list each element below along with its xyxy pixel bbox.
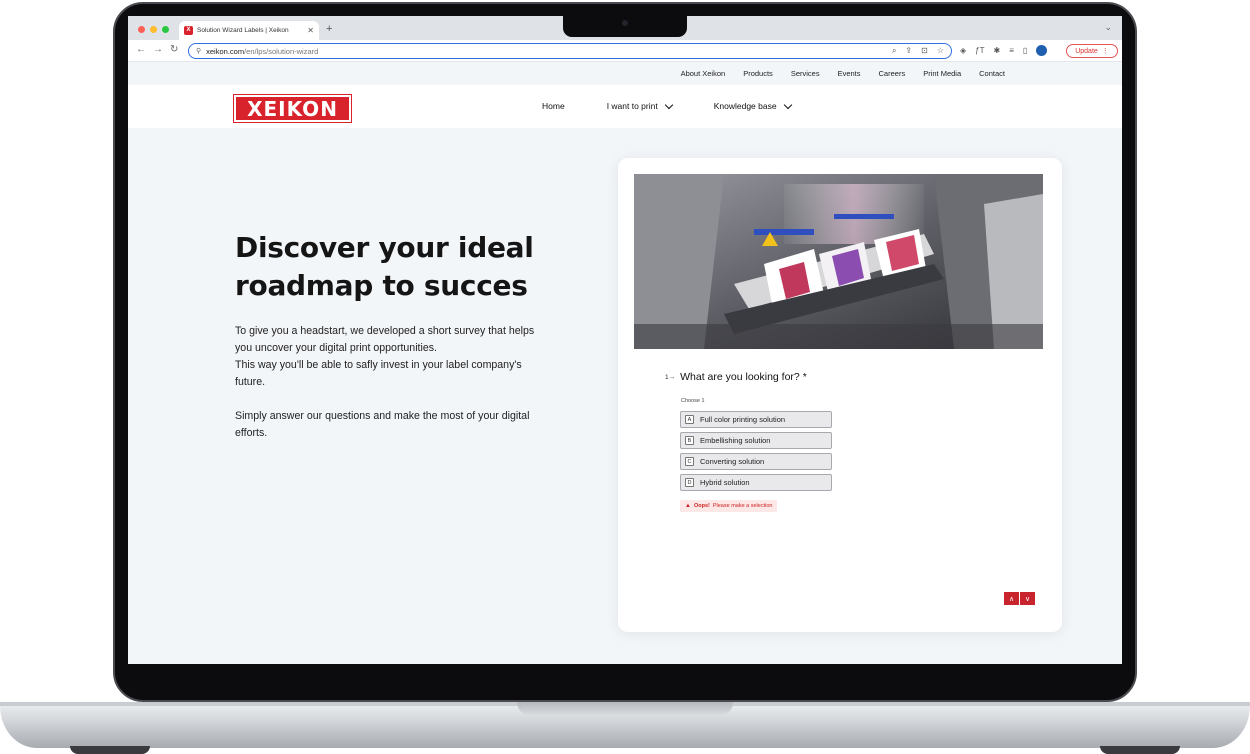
option-label: Hybrid solution bbox=[700, 478, 750, 487]
site-header: XEIKON Home I want to print Knowledge ba… bbox=[128, 85, 1122, 128]
back-arrow-icon[interactable]: ← bbox=[136, 44, 146, 55]
screen: X Solution Wizard Labels | Xeikon ✕ + ⌄ … bbox=[128, 16, 1122, 664]
utility-link-careers[interactable]: Careers bbox=[879, 69, 906, 78]
extension-icon[interactable]: ◈ bbox=[960, 46, 966, 55]
nav-knowledge-base[interactable]: Knowledge base bbox=[713, 100, 792, 111]
question-number: 1→ bbox=[665, 373, 676, 381]
tab-title: Solution Wizard Labels | Xeikon bbox=[197, 27, 289, 34]
validation-error: ▲ Oops! Please make a selection bbox=[680, 500, 778, 512]
install-icon[interactable]: ⊡ bbox=[921, 46, 928, 56]
browser-tab[interactable]: X Solution Wizard Labels | Xeikon ✕ bbox=[179, 21, 319, 40]
main-nav: Home I want to print Knowledge base bbox=[542, 100, 792, 111]
side-panel-icon[interactable]: ▯ bbox=[1023, 46, 1027, 55]
more-menu-icon: ⋮ bbox=[1101, 48, 1109, 55]
option-key: A bbox=[685, 415, 694, 424]
error-title: Oops! bbox=[693, 503, 710, 509]
new-tab-icon[interactable]: + bbox=[326, 23, 332, 35]
maximize-window-icon[interactable] bbox=[162, 26, 169, 33]
hero-title: Discover your ideal roadmap to succes bbox=[235, 231, 534, 302]
chevron-up-icon: ∧ bbox=[1008, 595, 1015, 603]
utility-nav: About Xeikon Products Services Events Ca… bbox=[128, 63, 1122, 85]
url-host: xeikon.com bbox=[206, 46, 245, 56]
option-converting[interactable]: C Converting solution bbox=[680, 453, 832, 470]
nav-home[interactable]: Home bbox=[542, 101, 565, 111]
minimize-window-icon[interactable] bbox=[150, 26, 157, 33]
previous-question-button[interactable]: ∧ bbox=[1004, 592, 1019, 605]
answer-options: A Full color printing solution B Embelli… bbox=[680, 411, 832, 491]
window-controls bbox=[138, 26, 169, 33]
option-key: B bbox=[685, 436, 694, 445]
chevron-down-icon bbox=[783, 100, 792, 109]
site-info-icon[interactable]: ⚲ bbox=[196, 47, 201, 55]
reload-icon[interactable]: ↻ bbox=[170, 44, 178, 55]
laptop-opening-indent bbox=[517, 702, 733, 716]
share-icon[interactable]: ⇪ bbox=[905, 46, 912, 56]
logo-text: XEIKON bbox=[247, 96, 338, 121]
puzzle-extensions-icon[interactable]: ✱ bbox=[994, 46, 1001, 55]
close-window-icon[interactable] bbox=[138, 26, 145, 33]
zoom-icon[interactable]: ⌕ bbox=[892, 46, 896, 56]
chevron-down-icon: ∨ bbox=[1024, 595, 1031, 603]
font-extension-icon[interactable]: ƒT bbox=[975, 46, 984, 55]
option-label: Full color printing solution bbox=[700, 415, 786, 424]
address-bar[interactable]: ⚲ xeikon.com/en/lps/solution-wizard ⌕ ⇪ … bbox=[188, 43, 952, 59]
utility-link-about[interactable]: About Xeikon bbox=[681, 69, 726, 78]
nav-i-want-to-print[interactable]: I want to print bbox=[606, 100, 673, 111]
survey-card: 1→ What are you looking for? * Choose 1 … bbox=[618, 158, 1062, 632]
hero-paragraph-2: This way you'll be able to safly invest … bbox=[235, 359, 522, 388]
hero-paragraph-1: To give you a headstart, we developed a … bbox=[235, 325, 535, 354]
nav-home-label: Home bbox=[542, 101, 565, 111]
utility-link-services[interactable]: Services bbox=[791, 69, 820, 78]
option-full-color-printing[interactable]: A Full color printing solution bbox=[680, 411, 832, 428]
update-label: Update bbox=[1075, 47, 1098, 55]
profile-avatar[interactable] bbox=[1036, 45, 1048, 56]
utility-link-events[interactable]: Events bbox=[838, 69, 861, 78]
laptop-foot-right bbox=[1100, 746, 1180, 754]
option-embellishing[interactable]: B Embellishing solution bbox=[680, 432, 832, 449]
utility-link-products[interactable]: Products bbox=[743, 69, 773, 78]
bookmark-star-icon[interactable]: ☆ bbox=[937, 46, 944, 56]
warning-icon: ▲ bbox=[685, 503, 691, 509]
hero-section: Discover your ideal roadmap to succes To… bbox=[235, 229, 545, 442]
xeikon-logo[interactable]: XEIKON bbox=[233, 94, 352, 123]
choose-hint: Choose 1 bbox=[681, 398, 705, 404]
browser-toolbar: ← → ↻ ⚲ xeikon.com/en/lps/solution-wizar… bbox=[128, 40, 1122, 62]
camera-icon bbox=[622, 20, 628, 26]
camera-notch bbox=[563, 14, 687, 37]
forward-arrow-icon[interactable]: → bbox=[153, 44, 163, 55]
url-path: /en/lps/solution-wizard bbox=[244, 46, 319, 56]
option-label: Converting solution bbox=[700, 457, 765, 466]
label-press-photo bbox=[634, 174, 1043, 349]
update-button[interactable]: Update ⋮ bbox=[1066, 44, 1118, 58]
laptop-foot-left bbox=[70, 746, 150, 754]
next-question-button[interactable]: ∨ bbox=[1020, 592, 1035, 605]
reading-list-icon[interactable]: ≡ bbox=[1009, 46, 1014, 55]
question-text: What are you looking for? * bbox=[680, 371, 807, 383]
nav-i-want-to-print-label: I want to print bbox=[606, 101, 658, 111]
nav-knowledge-base-label: Knowledge base bbox=[713, 101, 777, 111]
hero-paragraph-3: Simply answer our questions and make the… bbox=[235, 410, 530, 439]
option-label: Embellishing solution bbox=[700, 436, 771, 445]
survey-question: 1→ What are you looking for? * bbox=[665, 371, 807, 383]
option-key: C bbox=[685, 457, 694, 466]
survey-navigation: ∧ ∨ bbox=[1004, 592, 1035, 605]
error-message: Please make a selection bbox=[712, 503, 773, 509]
option-key: D bbox=[685, 478, 694, 487]
tab-close-icon[interactable]: ✕ bbox=[307, 26, 314, 35]
tab-list-chevron-icon[interactable]: ⌄ bbox=[1104, 22, 1112, 33]
option-hybrid[interactable]: D Hybrid solution bbox=[680, 474, 832, 491]
xeikon-favicon-icon: X bbox=[184, 26, 193, 35]
utility-link-contact[interactable]: Contact bbox=[979, 69, 1005, 78]
chevron-down-icon bbox=[664, 100, 673, 109]
utility-link-print-media[interactable]: Print Media bbox=[923, 69, 961, 78]
